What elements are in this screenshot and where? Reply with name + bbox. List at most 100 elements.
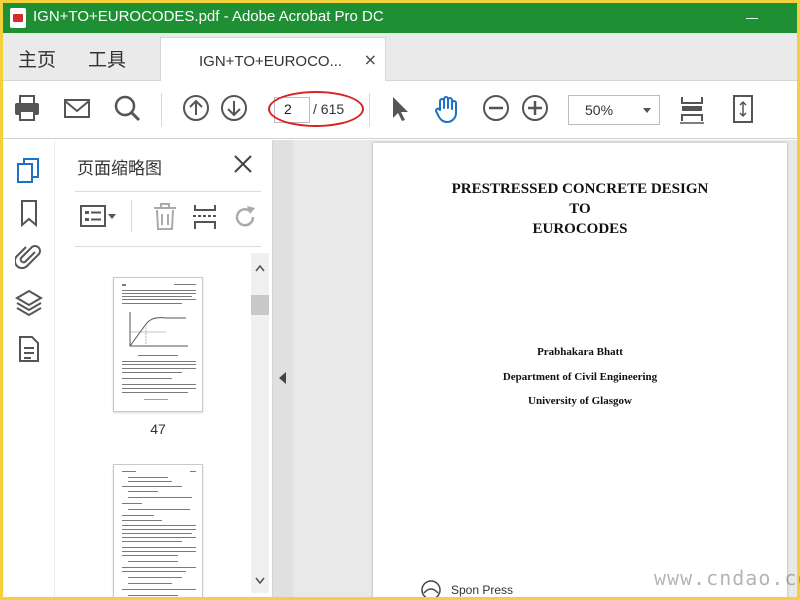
left-nav xyxy=(3,140,55,597)
publisher-name: Spon Press xyxy=(451,583,514,597)
thumbnail-text-line xyxy=(122,515,154,516)
minimize-button[interactable] xyxy=(737,6,767,30)
panel-collapse-handle[interactable] xyxy=(273,140,293,597)
thumbnail-text-line xyxy=(128,509,190,510)
thumbnail-text-line xyxy=(122,571,186,572)
scrollbar-thumb[interactable] xyxy=(251,295,269,315)
rotate-icon[interactable] xyxy=(231,202,259,236)
thumbnail-text-line xyxy=(122,520,162,521)
delete-icon[interactable] xyxy=(151,202,179,236)
cursor-icon[interactable] xyxy=(385,93,415,125)
document-title: PRESTRESSED CONCRETE DESIGN TO EUROCODES xyxy=(373,179,787,239)
tab-bar: 主页 工具 IGN+TO+EUROCO... × xyxy=(3,33,797,81)
document-view: PRESTRESSED CONCRETE DESIGN TO EUROCODES… xyxy=(273,140,797,597)
hand-icon[interactable] xyxy=(431,93,463,125)
thumbnail-text-line xyxy=(122,293,196,294)
arrow-up-circle-icon[interactable] xyxy=(181,93,211,125)
thumbnail-text-line xyxy=(174,284,196,285)
window-title: IGN+TO+EUROCODES.pdf - Adobe Acrobat Pro… xyxy=(33,8,384,25)
thumbnail-text-line xyxy=(128,561,178,562)
thumbnail-text-line xyxy=(144,399,168,400)
thumbnail-text-line xyxy=(122,284,126,286)
thumbnail-figure xyxy=(126,310,190,350)
page-thumbnail-label: 47 xyxy=(150,421,166,437)
highlight-ellipse xyxy=(268,91,364,127)
envelope-icon[interactable] xyxy=(62,93,92,125)
minus-circle-icon[interactable] xyxy=(481,93,511,125)
layers-icon[interactable] xyxy=(15,288,43,322)
close-tab-button[interactable]: × xyxy=(364,50,377,69)
thumbnail-text-line xyxy=(122,547,196,548)
thumbnail-text-line xyxy=(122,361,196,362)
document-title-line: EUROCODES xyxy=(532,221,628,237)
thumbnail-text-line xyxy=(138,355,178,356)
thumbnails-panel: 页面缩略图 47 xyxy=(55,140,273,597)
thumbnail-text-line xyxy=(190,471,196,472)
thumbnail-text-line xyxy=(122,525,196,526)
thumbnail-text-line xyxy=(122,537,196,538)
toolbar-divider xyxy=(369,93,370,127)
acrobat-window: IGN+TO+EUROCODES.pdf - Adobe Acrobat Pro… xyxy=(3,3,797,597)
nav-tools[interactable]: 工具 xyxy=(88,45,126,72)
panel-divider xyxy=(75,246,261,247)
pdf-page: PRESTRESSED CONCRETE DESIGN TO EUROCODES… xyxy=(373,143,787,597)
acrobat-icon xyxy=(10,8,26,28)
watermark-text: www.cndao.com xyxy=(654,566,800,590)
panel-toolbar-divider xyxy=(131,200,132,232)
thumbnail-text-line xyxy=(122,589,196,590)
thumbnail-text-line xyxy=(128,491,158,492)
thumbnail-text-line xyxy=(128,583,172,584)
thumbnail-text-line xyxy=(122,290,196,291)
insert-page-icon[interactable] xyxy=(191,202,219,236)
thumbnail-text-line xyxy=(122,388,196,389)
thumbnail-text-line xyxy=(122,364,196,365)
thumbnail-text-line xyxy=(122,541,182,542)
thumbnail-text-line xyxy=(122,368,196,369)
thumbnail-text-line xyxy=(122,533,192,534)
close-icon[interactable] xyxy=(231,152,255,180)
thumbnail-text-line xyxy=(122,529,196,530)
document-tab-label: IGN+TO+EUROCO... xyxy=(199,53,343,70)
fit-width-icon[interactable] xyxy=(677,93,707,125)
toolbar: 2 / 615 50% xyxy=(3,81,797,139)
zoom-value: 50% xyxy=(585,102,614,118)
document-tab[interactable]: IGN+TO+EUROCO... × xyxy=(160,37,386,81)
thumbnail-text-line xyxy=(122,378,172,379)
thumbnails-icon[interactable] xyxy=(15,156,43,190)
document-title-line: PRESTRESSED CONCRETE DESIGN xyxy=(451,181,709,197)
options-menu-icon[interactable] xyxy=(79,202,119,234)
document-author: Prabhakara Bhatt xyxy=(537,346,623,358)
thumbnail-text-line xyxy=(122,299,196,300)
zoom-select[interactable]: 50% xyxy=(568,95,660,125)
document-university: University of Glasgow xyxy=(528,395,632,407)
page-thumbnail[interactable] xyxy=(113,277,203,412)
thumbnail-text-line xyxy=(122,392,188,393)
nav-home[interactable]: 主页 xyxy=(18,45,56,72)
document-icon[interactable] xyxy=(15,334,43,368)
thumbnail-text-line xyxy=(122,303,182,304)
bookmark-icon[interactable] xyxy=(15,198,43,232)
thumbnail-text-line xyxy=(122,471,136,472)
search-icon[interactable] xyxy=(112,93,142,125)
thumbnail-text-line xyxy=(128,595,178,596)
scroll-down-icon[interactable] xyxy=(255,570,265,589)
thumbnail-text-line xyxy=(128,481,172,482)
thumbnail-scrollbar[interactable] xyxy=(251,253,269,593)
thumbnail-text-line xyxy=(122,567,196,568)
title-bar: IGN+TO+EUROCODES.pdf - Adobe Acrobat Pro… xyxy=(3,3,797,33)
fit-page-icon[interactable] xyxy=(728,93,758,125)
panel-divider xyxy=(75,191,261,192)
thumbnail-text-line xyxy=(128,577,182,578)
scroll-up-icon[interactable] xyxy=(255,257,265,276)
panel-title: 页面缩略图 xyxy=(77,159,162,179)
attachment-icon[interactable] xyxy=(13,242,43,276)
arrow-down-circle-icon[interactable] xyxy=(219,93,249,125)
plus-circle-icon[interactable] xyxy=(520,93,550,125)
chevron-left-icon xyxy=(279,372,286,384)
document-title-line: TO xyxy=(569,201,591,217)
page-thumbnail[interactable] xyxy=(113,464,203,597)
thumbnail-text-line xyxy=(122,372,182,373)
document-department: Department of Civil Engineering xyxy=(502,371,658,383)
thumbnail-text-line xyxy=(122,551,196,552)
print-icon[interactable] xyxy=(12,93,42,125)
